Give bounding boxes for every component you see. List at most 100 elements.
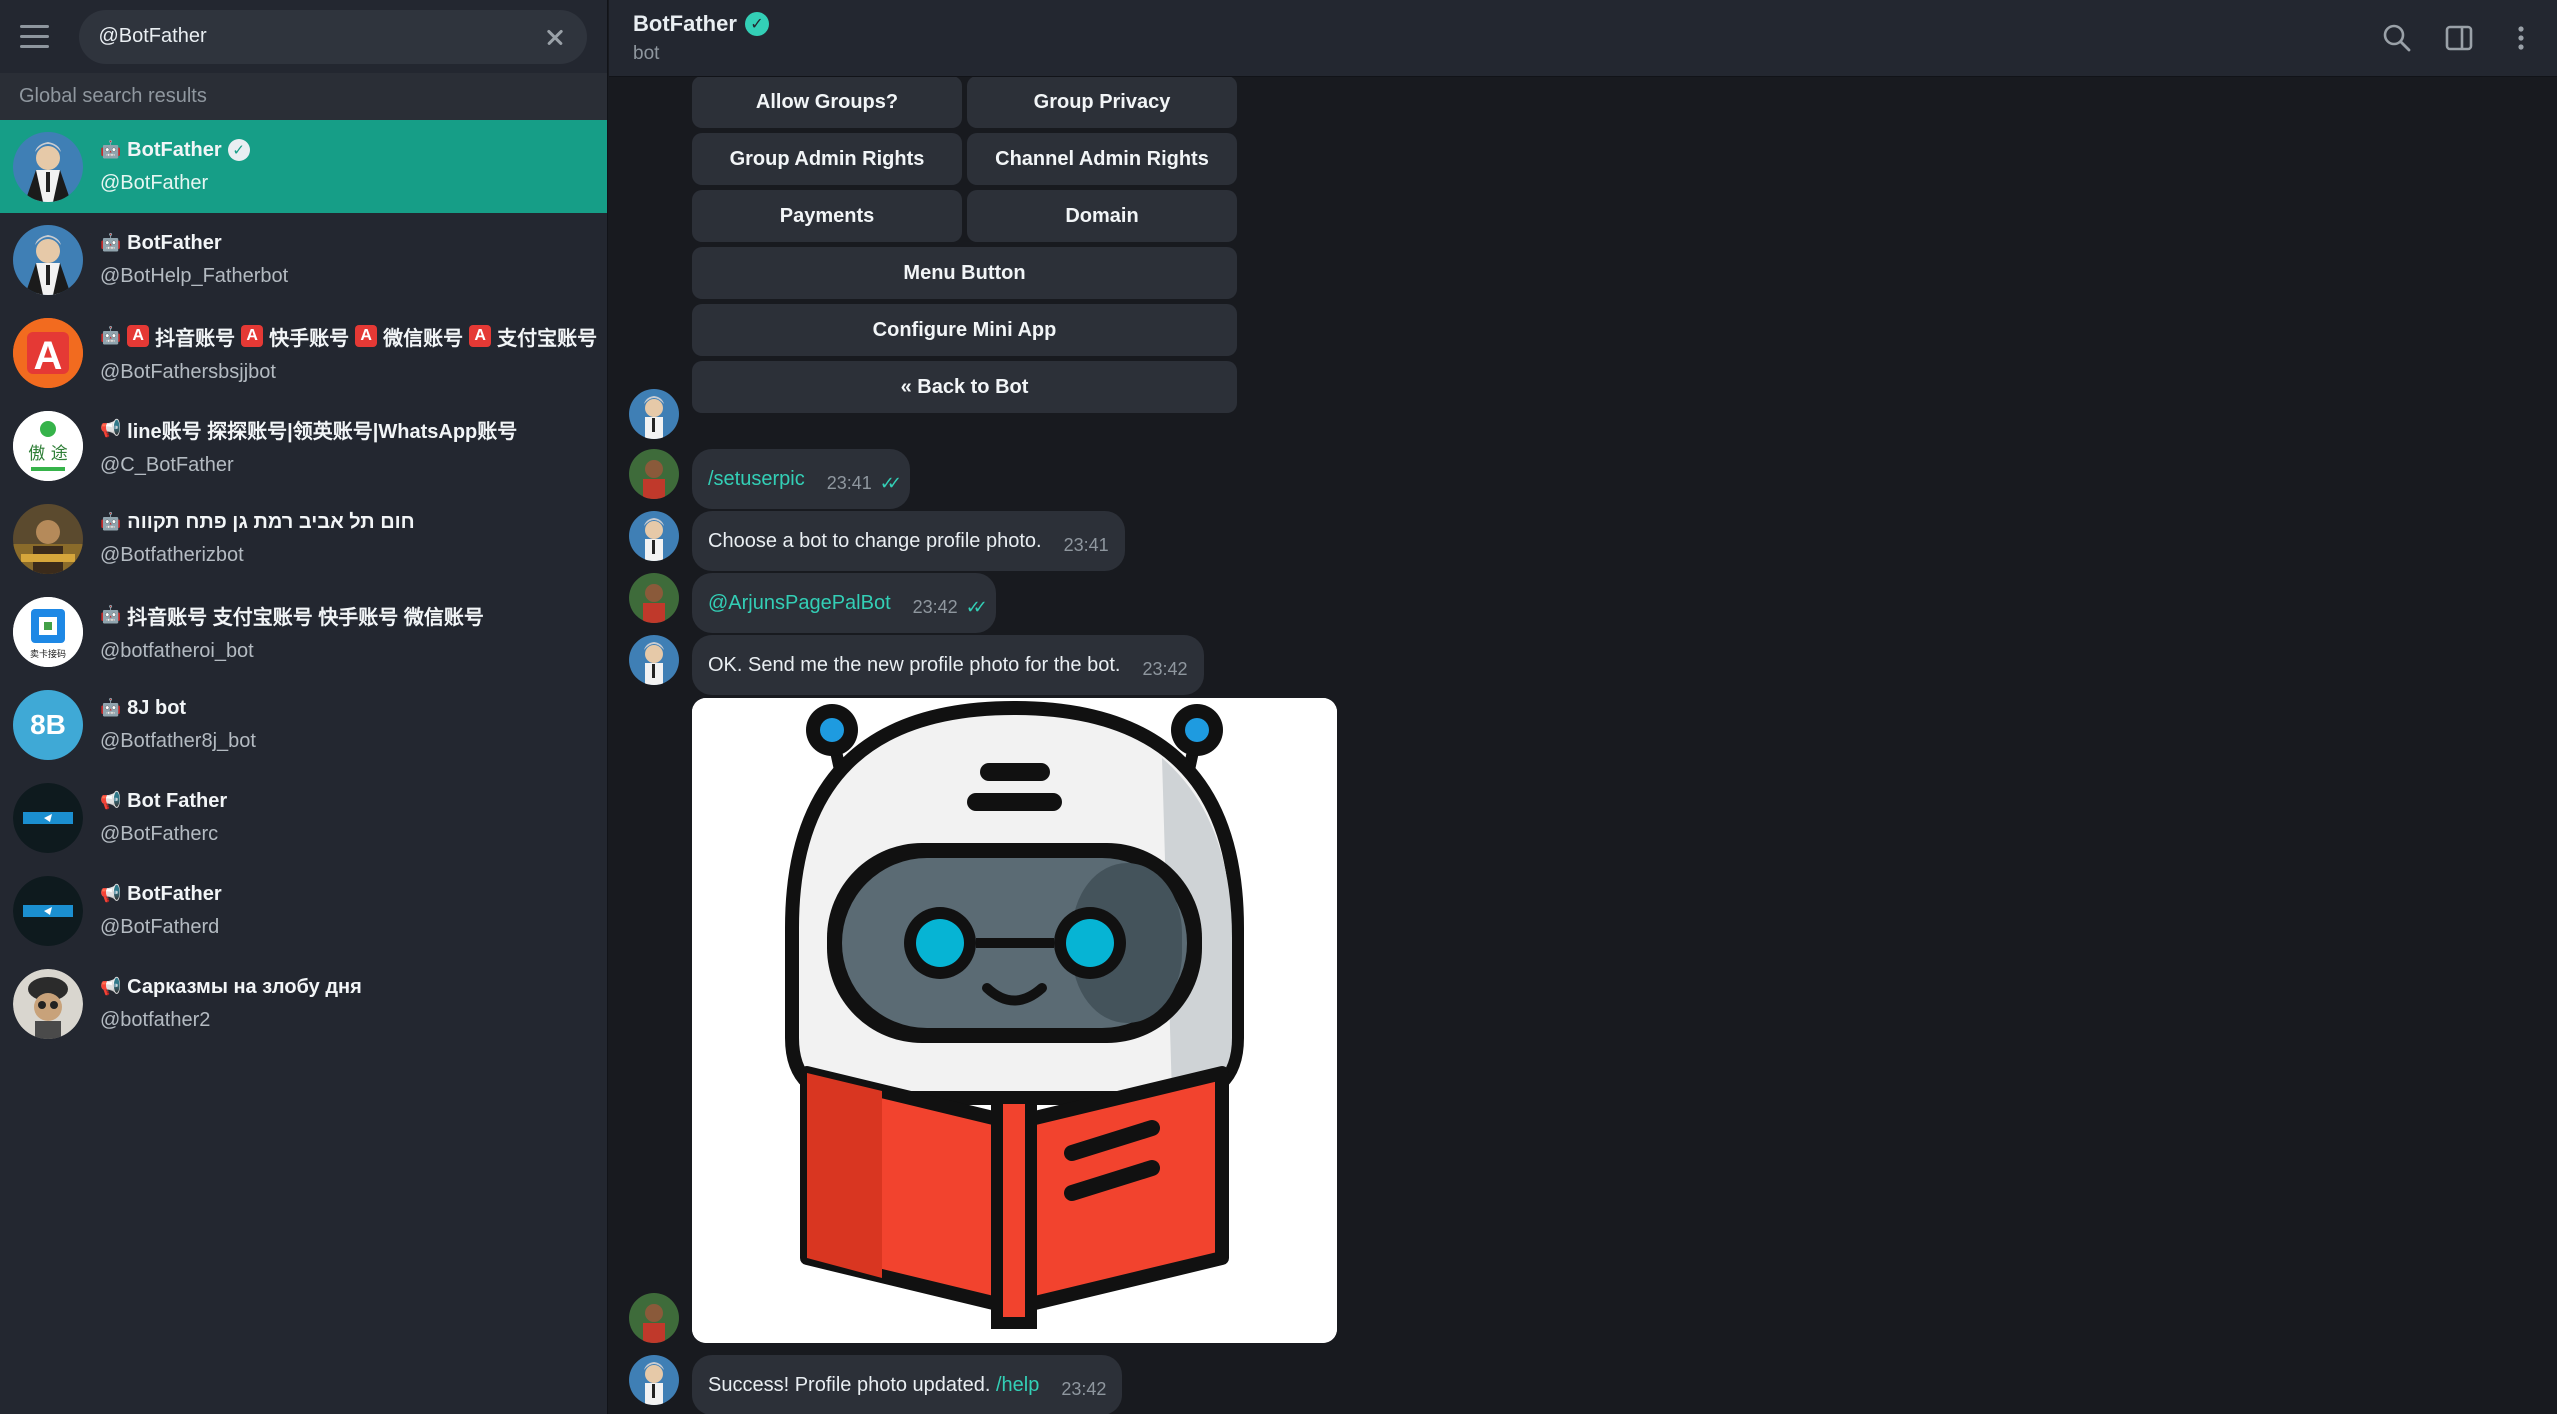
bot-avatar[interactable] <box>629 635 679 685</box>
message-bubble[interactable]: Choose a bot to change profile photo. 23… <box>692 511 1125 571</box>
result-name: 📢 Bot Father <box>100 790 227 813</box>
avatar <box>13 224 83 295</box>
message-bubble[interactable]: OK. Send me the new profile photo for th… <box>692 635 1204 695</box>
search-result-c-botfather[interactable]: 傲 途 📢 line账号 探探账号|领英账号|WhatsApp账号 @C_BotF… <box>0 399 607 492</box>
message-bubble[interactable]: Success! Profile photo updated. /help 23… <box>692 1355 1123 1414</box>
result-text: 📢 Bot Father @BotFatherc <box>100 790 227 846</box>
chat-panel: BotFather ✓ bot Allow Groups? Group Priva… <box>609 0 2557 1414</box>
chat-subtitle: bot <box>633 43 660 64</box>
search-result-botfatherc[interactable]: 📢 Bot Father @BotFatherc <box>0 771 607 864</box>
user-avatar[interactable] <box>629 449 679 499</box>
search-result-botfatherizbot[interactable]: 🤖 חום תל אביב רמת גן פתח תקווה @Botfather… <box>0 492 607 585</box>
message-text[interactable]: /setuserpic <box>708 468 805 491</box>
back-to-bot-button[interactable]: « Back to Bot <box>692 361 1237 413</box>
help-link[interactable]: /help <box>996 1374 1039 1397</box>
result-text: 📢 Сарказмы на злобу дня @botfather2 <box>100 976 362 1032</box>
bot-avatar[interactable] <box>629 511 679 561</box>
result-name-text: חום תל אביב רמת גן פתח תקווה <box>127 510 415 533</box>
channel-admin-rights-button[interactable]: Channel Admin Rights <box>967 133 1237 185</box>
robot-reading-book-image <box>692 698 1337 1343</box>
allow-groups-button[interactable]: Allow Groups? <box>692 77 962 128</box>
bot-icon: 🤖 <box>100 605 122 624</box>
message-text[interactable]: @ArjunsPagePalBot <box>708 592 891 615</box>
search-input[interactable] <box>98 25 541 48</box>
message-bubble[interactable]: @ArjunsPagePalBot 23:42 ✓✓ <box>692 573 996 633</box>
search-result-botfather2[interactable]: 📢 Сарказмы на злобу дня @botfather2 <box>0 957 607 1050</box>
search-result-botfathersbsjjbot[interactable]: A 🤖 A 抖音账号 A 快手账号 A 微信账号 A 支付宝账号 @BotFathersbsjj… <box>0 306 607 399</box>
bot-avatar[interactable] <box>629 389 679 439</box>
close-icon[interactable] <box>541 23 569 51</box>
megaphone-icon: 📢 <box>100 977 122 996</box>
result-name-text-2: 快手账号 <box>269 327 350 350</box>
avatar <box>13 131 83 202</box>
chat-header-info[interactable]: BotFather ✓ bot <box>633 11 769 65</box>
avatar-text: 傲 途 <box>28 444 67 464</box>
bot-avatar[interactable] <box>629 1355 679 1405</box>
more-vertical-icon[interactable] <box>2505 22 2537 54</box>
result-username: @botfatheroi_bot <box>100 639 254 662</box>
result-name-text: line账号 探探账号|领英账号|WhatsApp账号 <box>127 420 518 443</box>
result-text: 📢 BotFather @BotFatherd <box>100 883 222 939</box>
message-bubble[interactable]: /setuserpic 23:41 ✓✓ <box>692 449 910 509</box>
result-username: @BotFathersbsjjbot <box>100 360 276 383</box>
result-name-text: Сарказмы на злобу дня <box>127 975 362 998</box>
user-avatar[interactable] <box>629 573 679 623</box>
domain-button[interactable]: Domain <box>967 190 1237 242</box>
avatar: 卖卡接码 <box>13 596 83 667</box>
result-name: 🤖 A 抖音账号 A 快手账号 A 微信账号 A 支付宝账号 <box>100 322 597 351</box>
search-result-botfather[interactable]: 🤖 BotFather ✓ @BotFather <box>0 120 607 213</box>
result-name: 🤖 8J bot <box>100 697 256 720</box>
megaphone-icon: 📢 <box>100 791 122 810</box>
result-name-text-3: 微信账号 <box>383 327 464 350</box>
menu-button-button[interactable]: Menu Button <box>692 247 1237 299</box>
payments-button[interactable]: Payments <box>692 190 962 242</box>
message-time: 23:42 <box>1142 658 1188 679</box>
search-result-botfather-help[interactable]: 🤖 BotFather @BotHelp_Fatherbot <box>0 213 607 306</box>
search-box[interactable] <box>79 9 587 64</box>
group-admin-rights-button[interactable]: Group Admin Rights <box>692 133 962 185</box>
result-name-text: 抖音账号 <box>155 327 236 350</box>
search-icon[interactable] <box>2381 22 2413 54</box>
result-username: @C_BotFather <box>100 453 234 476</box>
result-name-text: BotFather <box>127 231 222 254</box>
result-username: @BotFather <box>100 171 209 194</box>
result-text: 🤖 BotFather @BotHelp_Fatherbot <box>100 232 288 288</box>
photo-message[interactable] <box>692 698 1337 1343</box>
message-time: 23:42 <box>1061 1378 1107 1399</box>
red-a-icon: A <box>127 325 150 347</box>
result-name: 🤖 抖音账号 支付宝账号 快手账号 微信账号 <box>100 601 484 630</box>
configure-mini-app-button[interactable]: Configure Mini App <box>692 304 1237 356</box>
result-text: 📢 line账号 探探账号|领英账号|WhatsApp账号 @C_BotFathe… <box>100 415 517 477</box>
result-username: @Botfatherizbot <box>100 543 244 566</box>
chat-area: Allow Groups? Group Privacy Group Admin … <box>609 77 2557 1414</box>
message-text: Choose a bot to change profile photo. <box>708 529 1042 552</box>
red-a-icon: A <box>355 325 378 347</box>
result-text: 🤖 抖音账号 支付宝账号 快手账号 微信账号 @botfatheroi_bot <box>100 601 484 663</box>
user-avatar[interactable] <box>629 1293 679 1343</box>
sidebar-toggle-icon[interactable] <box>2443 22 2475 54</box>
svg-text:A: A <box>34 334 63 378</box>
result-username: @BotHelp_Fatherbot <box>100 264 289 287</box>
bot-icon: 🤖 <box>100 140 122 159</box>
result-name: 🤖 BotFather ✓ <box>100 139 250 162</box>
avatar <box>13 875 83 946</box>
avatar <box>13 503 83 574</box>
group-privacy-button[interactable]: Group Privacy <box>967 77 1237 128</box>
avatar <box>13 782 83 853</box>
megaphone-icon: 📢 <box>100 884 122 903</box>
hamburger-menu-icon[interactable] <box>20 18 57 56</box>
result-text: 🤖 8J bot @Botfather8j_bot <box>100 697 256 753</box>
double-check-icon: ✓✓ <box>965 596 988 617</box>
keyboard-row: Payments Domain <box>692 190 1237 242</box>
red-a-icon: A <box>241 325 264 347</box>
search-result-botfather8j-bot[interactable]: 8B 🤖 8J bot @Botfather8j_bot <box>0 678 607 771</box>
search-result-botfatheroi-bot[interactable]: 卖卡接码 🤖 抖音账号 支付宝账号 快手账号 微信账号 @botfatheroi_… <box>0 585 607 678</box>
chat-header[interactable]: BotFather ✓ bot <box>609 0 2557 77</box>
sidebar-topbar <box>0 0 607 73</box>
result-name-text: 8J bot <box>127 696 187 719</box>
result-username: @BotFatherd <box>100 915 220 938</box>
result-text: 🤖 חום תל אביב רמת גן פתח תקווה @Botfather… <box>100 511 415 567</box>
verified-icon: ✓ <box>744 12 769 36</box>
result-text: 🤖 A 抖音账号 A 快手账号 A 微信账号 A 支付宝账号 @BotFathersbsjjbo… <box>100 322 597 384</box>
search-result-botfatherd[interactable]: 📢 BotFather @BotFatherd <box>0 864 607 957</box>
